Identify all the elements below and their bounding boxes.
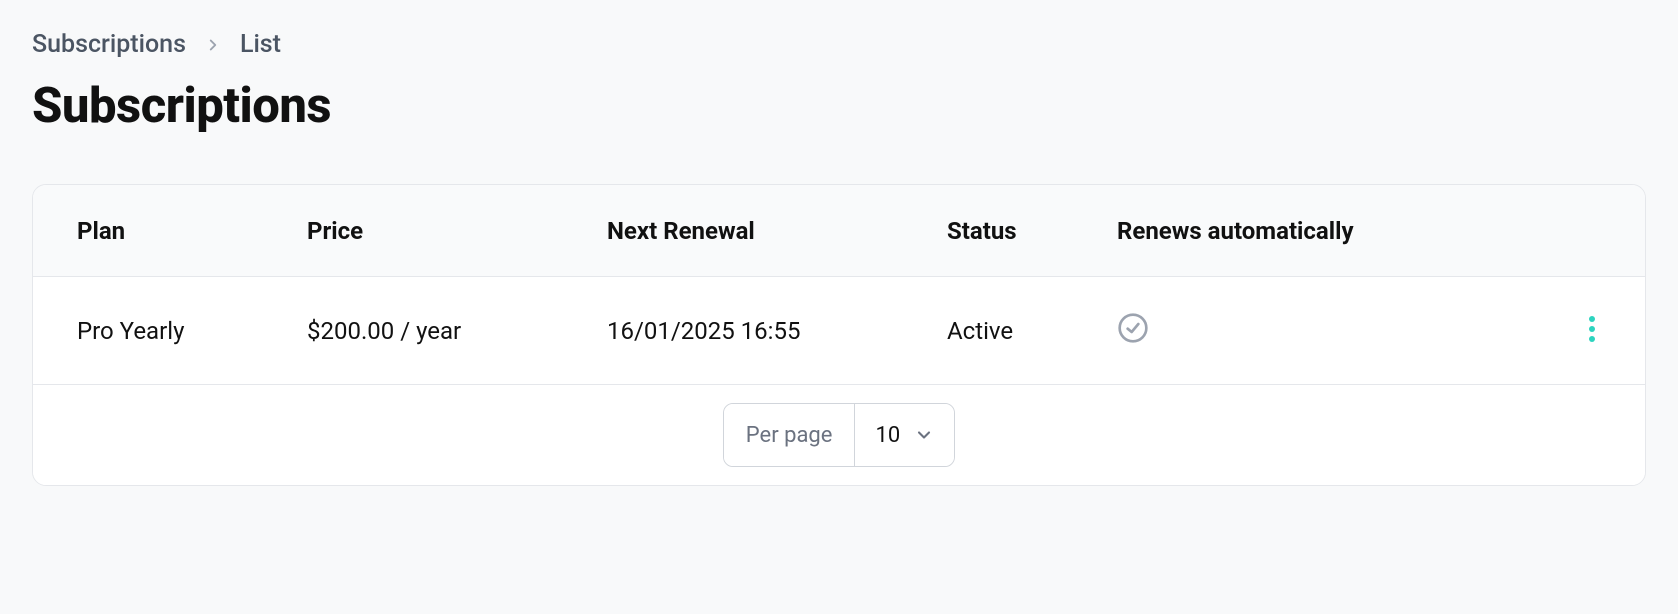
table-header-renews-auto: Renews automatically [1117, 217, 1541, 245]
table-header-status: Status [947, 217, 1117, 245]
cell-plan: Pro Yearly [77, 317, 307, 345]
row-actions-button[interactable] [1583, 310, 1601, 351]
subscriptions-table: Plan Price Next Renewal Status Renews au… [32, 184, 1646, 486]
breadcrumb-current: List [240, 30, 281, 59]
per-page-select[interactable]: 10 [855, 404, 954, 466]
more-vertical-icon [1589, 316, 1595, 345]
table-header-price: Price [307, 217, 607, 245]
table-footer: Per page 10 [33, 385, 1645, 485]
cell-price: $200.00 / year [307, 317, 607, 345]
cell-next-renewal: 16/01/2025 16:55 [607, 317, 947, 345]
per-page-value: 10 [875, 423, 900, 448]
table-header-row: Plan Price Next Renewal Status Renews au… [33, 185, 1645, 277]
chevron-down-icon [914, 425, 934, 445]
table-header-plan: Plan [77, 217, 307, 245]
check-circle-icon [1117, 312, 1149, 344]
table-header-next-renewal: Next Renewal [607, 217, 947, 245]
cell-renews-auto [1117, 312, 1541, 350]
chevron-right-icon [204, 36, 222, 54]
table-row: Pro Yearly $200.00 / year 16/01/2025 16:… [33, 277, 1645, 385]
breadcrumb: Subscriptions List [0, 0, 1678, 59]
breadcrumb-parent-link[interactable]: Subscriptions [32, 30, 186, 59]
per-page-control: Per page 10 [723, 403, 955, 467]
cell-status: Active [947, 317, 1117, 345]
per-page-label: Per page [724, 404, 856, 466]
page-title: Subscriptions [0, 59, 1678, 134]
